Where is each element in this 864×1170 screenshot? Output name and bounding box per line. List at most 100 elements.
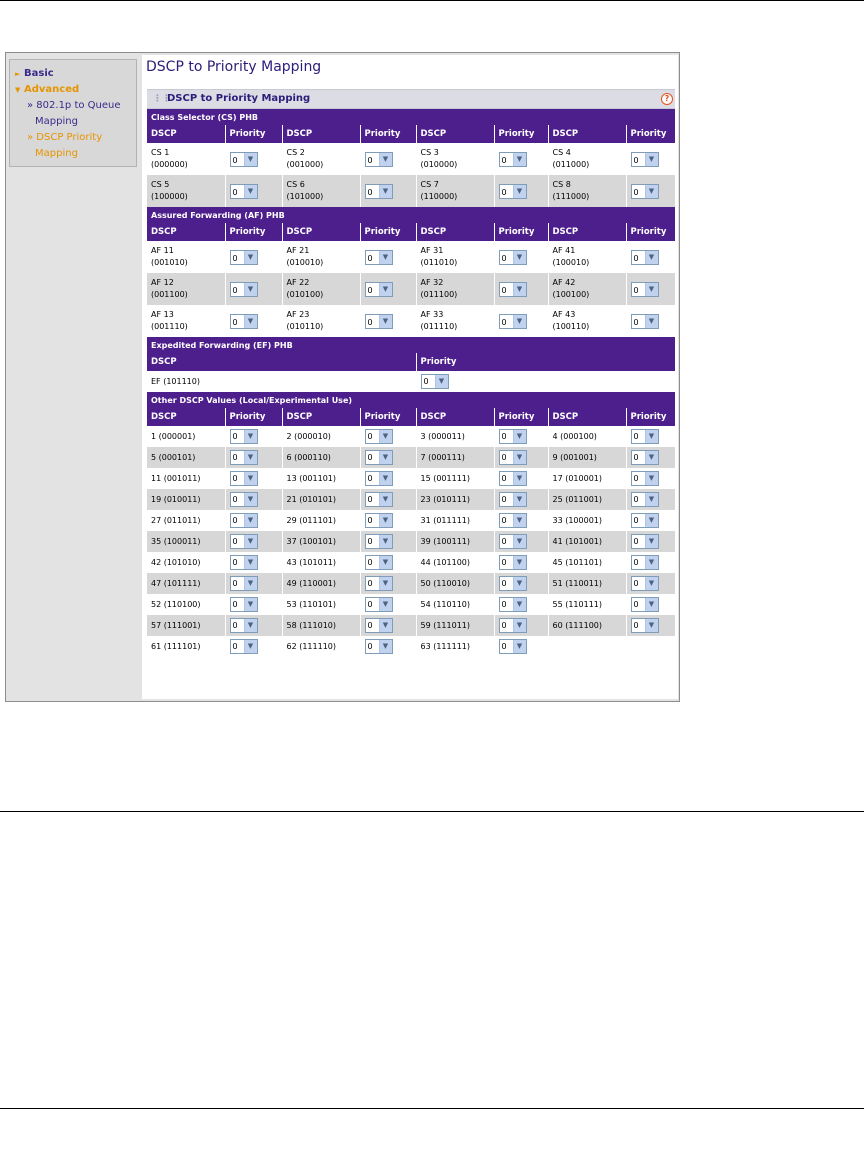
chevron-down-icon[interactable]: ▼ <box>378 577 392 590</box>
chevron-down-icon[interactable]: ▼ <box>644 514 658 527</box>
priority-select[interactable]: 0 ▼ <box>364 492 393 507</box>
chevron-down-icon[interactable]: ▼ <box>512 514 526 527</box>
priority-select[interactable]: 0 ▼ <box>630 151 659 167</box>
priority-select[interactable]: 0 ▼ <box>364 555 393 570</box>
chevron-down-icon[interactable]: ▼ <box>644 314 658 328</box>
priority-select[interactable]: 0 ▼ <box>364 639 393 654</box>
chevron-down-icon[interactable]: ▼ <box>512 152 526 166</box>
priority-select[interactable]: 0 ▼ <box>364 151 393 167</box>
priority-select[interactable]: 0 ▼ <box>630 555 659 570</box>
priority-select[interactable]: 0 ▼ <box>630 597 659 612</box>
priority-select[interactable]: 0 ▼ <box>420 374 449 389</box>
priority-select[interactable]: 0 ▼ <box>364 429 393 444</box>
chevron-down-icon[interactable]: ▼ <box>243 152 257 166</box>
priority-select[interactable]: 0 ▼ <box>364 534 393 549</box>
chevron-down-icon[interactable]: ▼ <box>512 314 526 328</box>
priority-select[interactable]: 0 ▼ <box>364 618 393 633</box>
priority-select[interactable]: 0 ▼ <box>630 534 659 549</box>
chevron-down-icon[interactable]: ▼ <box>512 282 526 296</box>
chevron-down-icon[interactable]: ▼ <box>243 640 257 653</box>
chevron-down-icon[interactable]: ▼ <box>512 556 526 569</box>
chevron-down-icon[interactable]: ▼ <box>378 152 392 166</box>
chevron-down-icon[interactable]: ▼ <box>512 535 526 548</box>
chevron-down-icon[interactable]: ▼ <box>243 598 257 611</box>
priority-select[interactable]: 0 ▼ <box>364 597 393 612</box>
priority-select[interactable]: 0 ▼ <box>229 450 258 465</box>
chevron-down-icon[interactable]: ▼ <box>512 430 526 443</box>
chevron-down-icon[interactable]: ▼ <box>243 451 257 464</box>
chevron-down-icon[interactable]: ▼ <box>243 472 257 485</box>
chevron-down-icon[interactable]: ▼ <box>644 184 658 198</box>
priority-select[interactable]: 0 ▼ <box>364 313 393 329</box>
priority-select[interactable]: 0 ▼ <box>498 534 527 549</box>
chevron-down-icon[interactable]: ▼ <box>378 493 392 506</box>
priority-select[interactable]: 0 ▼ <box>630 429 659 444</box>
chevron-down-icon[interactable]: ▼ <box>378 451 392 464</box>
chevron-down-icon[interactable]: ▼ <box>434 375 448 388</box>
chevron-down-icon[interactable]: ▼ <box>644 250 658 264</box>
priority-select[interactable]: 0 ▼ <box>498 555 527 570</box>
chevron-down-icon[interactable]: ▼ <box>644 556 658 569</box>
chevron-down-icon[interactable]: ▼ <box>644 493 658 506</box>
chevron-down-icon[interactable]: ▼ <box>512 184 526 198</box>
priority-select[interactable]: 0 ▼ <box>630 281 659 297</box>
priority-select[interactable]: 0 ▼ <box>630 313 659 329</box>
chevron-down-icon[interactable]: ▼ <box>512 619 526 632</box>
priority-select[interactable]: 0 ▼ <box>498 471 527 486</box>
priority-select[interactable]: 0 ▼ <box>229 313 258 329</box>
priority-select[interactable]: 0 ▼ <box>498 151 527 167</box>
priority-select[interactable]: 0 ▼ <box>630 513 659 528</box>
sidebar-item-8021p-queue-mapping[interactable]: » 802.1p to Queue Mapping <box>15 98 136 130</box>
priority-select[interactable]: 0 ▼ <box>229 151 258 167</box>
chevron-down-icon[interactable]: ▼ <box>243 282 257 296</box>
priority-select[interactable]: 0 ▼ <box>498 576 527 591</box>
priority-select[interactable]: 0 ▼ <box>229 639 258 654</box>
priority-select[interactable]: 0 ▼ <box>630 183 659 199</box>
priority-select[interactable]: 0 ▼ <box>498 450 527 465</box>
chevron-down-icon[interactable]: ▼ <box>378 282 392 296</box>
priority-select[interactable]: 0 ▼ <box>229 555 258 570</box>
priority-select[interactable]: 0 ▼ <box>630 450 659 465</box>
priority-select[interactable]: 0 ▼ <box>364 471 393 486</box>
chevron-down-icon[interactable]: ▼ <box>644 577 658 590</box>
chevron-down-icon[interactable]: ▼ <box>243 184 257 198</box>
chevron-down-icon[interactable]: ▼ <box>644 619 658 632</box>
chevron-down-icon[interactable]: ▼ <box>512 598 526 611</box>
priority-select[interactable]: 0 ▼ <box>229 429 258 444</box>
chevron-down-icon[interactable]: ▼ <box>378 640 392 653</box>
chevron-down-icon[interactable]: ▼ <box>644 451 658 464</box>
priority-select[interactable]: 0 ▼ <box>364 183 393 199</box>
chevron-down-icon[interactable]: ▼ <box>644 598 658 611</box>
sidebar-item-advanced[interactable]: ▼ Advanced <box>15 82 136 98</box>
priority-select[interactable]: 0 ▼ <box>229 618 258 633</box>
priority-select[interactable]: 0 ▼ <box>498 183 527 199</box>
priority-select[interactable]: 0 ▼ <box>630 576 659 591</box>
priority-select[interactable]: 0 ▼ <box>630 618 659 633</box>
priority-select[interactable]: 0 ▼ <box>229 249 258 265</box>
priority-select[interactable]: 0 ▼ <box>364 249 393 265</box>
priority-select[interactable]: 0 ▼ <box>498 513 527 528</box>
priority-select[interactable]: 0 ▼ <box>229 576 258 591</box>
chevron-down-icon[interactable]: ▼ <box>243 250 257 264</box>
help-icon[interactable]: ? <box>661 93 673 105</box>
chevron-down-icon[interactable]: ▼ <box>378 556 392 569</box>
chevron-down-icon[interactable]: ▼ <box>243 535 257 548</box>
chevron-down-icon[interactable]: ▼ <box>243 619 257 632</box>
chevron-down-icon[interactable]: ▼ <box>512 577 526 590</box>
priority-select[interactable]: 0 ▼ <box>364 450 393 465</box>
chevron-down-icon[interactable]: ▼ <box>512 250 526 264</box>
chevron-down-icon[interactable]: ▼ <box>512 493 526 506</box>
priority-select[interactable]: 0 ▼ <box>229 513 258 528</box>
chevron-down-icon[interactable]: ▼ <box>378 472 392 485</box>
chevron-down-icon[interactable]: ▼ <box>378 598 392 611</box>
chevron-down-icon[interactable]: ▼ <box>512 640 526 653</box>
chevron-down-icon[interactable]: ▼ <box>378 619 392 632</box>
chevron-down-icon[interactable]: ▼ <box>243 493 257 506</box>
chevron-down-icon[interactable]: ▼ <box>512 472 526 485</box>
chevron-down-icon[interactable]: ▼ <box>644 282 658 296</box>
priority-select[interactable]: 0 ▼ <box>498 313 527 329</box>
sidebar-item-basic[interactable]: ► Basic <box>15 66 136 82</box>
chevron-down-icon[interactable]: ▼ <box>644 535 658 548</box>
priority-select[interactable]: 0 ▼ <box>630 471 659 486</box>
priority-select[interactable]: 0 ▼ <box>498 492 527 507</box>
